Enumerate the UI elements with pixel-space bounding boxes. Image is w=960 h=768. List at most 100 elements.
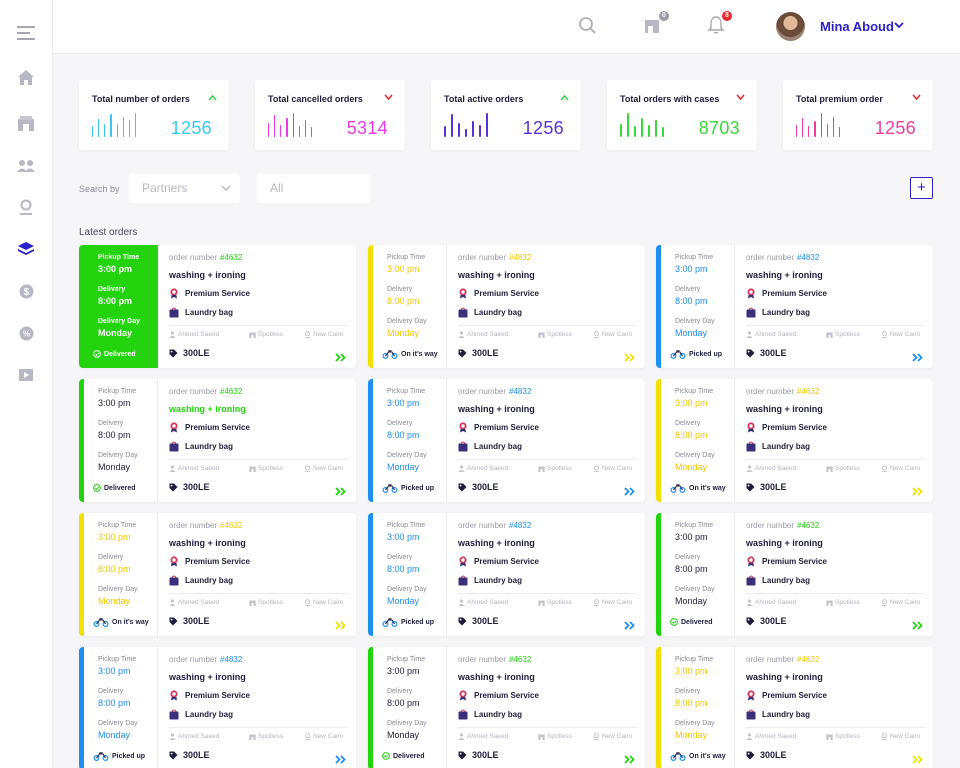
person-icon bbox=[169, 465, 176, 472]
area: New Cairo bbox=[593, 465, 632, 472]
trend-up-icon bbox=[560, 94, 569, 101]
order-card[interactable]: Pickup Time 3:00 pm Delivery 8:00 pm Del… bbox=[79, 379, 356, 502]
order-number: #4632 bbox=[509, 655, 532, 664]
double-chevron-right-icon[interactable] bbox=[912, 617, 924, 635]
location-icon bbox=[881, 599, 888, 606]
order-card[interactable]: Pickup Time 3:00 pm Delivery 8:00 pm Del… bbox=[656, 379, 933, 502]
double-chevron-right-icon[interactable] bbox=[912, 483, 924, 501]
bag-feature: Laundry bag bbox=[458, 441, 522, 452]
price: 300LE bbox=[458, 482, 499, 492]
order-card[interactable]: Pickup Time 3:00 pm Delivery 8:00 pm Del… bbox=[368, 379, 645, 502]
folder-icon[interactable] bbox=[15, 364, 37, 386]
store: Spotless bbox=[538, 733, 572, 740]
store-icon bbox=[249, 331, 256, 338]
double-chevron-right-icon[interactable] bbox=[624, 349, 636, 367]
price-value: 300LE bbox=[472, 750, 499, 760]
status-text: On it's way bbox=[401, 351, 438, 358]
double-chevron-right-icon[interactable] bbox=[624, 751, 636, 768]
order-card[interactable]: Pickup Time 3:00 pm Delivery 8:00 pm Del… bbox=[368, 245, 645, 368]
order-card[interactable]: Pickup Time 3:00 pm Delivery 8:00 pm Del… bbox=[368, 513, 645, 636]
check-circle-icon bbox=[382, 752, 390, 760]
delivery-day: Monday bbox=[675, 328, 708, 338]
layers-icon[interactable] bbox=[15, 238, 37, 260]
order-number-label: order number bbox=[746, 521, 795, 530]
double-chevron-right-icon[interactable] bbox=[912, 349, 924, 367]
add-button[interactable]: + bbox=[910, 177, 933, 199]
partners-select[interactable]: Partners bbox=[129, 174, 240, 203]
motorbike-icon bbox=[93, 618, 109, 627]
status-text: On it's way bbox=[112, 619, 149, 626]
store: Spotless bbox=[826, 331, 860, 338]
divider bbox=[169, 727, 348, 728]
order-card[interactable]: Pickup Time 3:00 pm Delivery 8:00 pm Del… bbox=[79, 513, 356, 636]
all-select[interactable]: All bbox=[257, 174, 370, 203]
premium-feature: Premium Service bbox=[746, 288, 827, 299]
pickup-time: 3:00 pm bbox=[98, 264, 133, 274]
delivery-day-label: Delivery Day bbox=[675, 318, 715, 325]
stat-bar bbox=[820, 113, 822, 137]
status-stripe bbox=[656, 647, 661, 768]
double-chevron-right-icon[interactable] bbox=[912, 751, 924, 768]
store-icon[interactable]: 0 bbox=[644, 11, 669, 38]
order-card[interactable]: Pickup Time 3:00 pm Delivery 8:00 pm Del… bbox=[656, 647, 933, 768]
double-chevron-right-icon[interactable] bbox=[335, 751, 347, 768]
stat-bar bbox=[655, 120, 657, 137]
price-value: 300LE bbox=[183, 482, 210, 492]
order-status: On it's way bbox=[670, 484, 726, 493]
bag-label: Laundry bag bbox=[762, 308, 811, 317]
price-value: 300LE bbox=[760, 750, 787, 760]
users-icon[interactable] bbox=[15, 154, 37, 176]
chevron-down-icon[interactable] bbox=[894, 22, 904, 29]
order-details: order number #4832 washing + ironing Prem… bbox=[448, 513, 645, 636]
home-icon[interactable] bbox=[15, 66, 37, 88]
order-card[interactable]: Pickup Time 3:00 pm Delivery 8:00 pm Del… bbox=[79, 245, 356, 368]
avatar[interactable] bbox=[776, 12, 805, 41]
medal-icon bbox=[746, 422, 756, 433]
bag-feature: Laundry bag bbox=[746, 441, 810, 452]
double-chevron-right-icon[interactable] bbox=[335, 349, 347, 367]
percent-icon[interactable]: % bbox=[15, 322, 37, 344]
search-icon[interactable] bbox=[578, 16, 600, 38]
all-select-value: All bbox=[270, 181, 284, 195]
area: New Cairo bbox=[593, 733, 632, 740]
order-card[interactable]: Pickup Time 3:00 pm Delivery 8:00 pm Del… bbox=[368, 647, 645, 768]
order-times: Pickup Time 3:00 pm Delivery 8:00 pm Del… bbox=[368, 245, 447, 368]
delivery-day: Monday bbox=[675, 730, 708, 740]
premium-label: Premium Service bbox=[185, 691, 250, 700]
location-icon[interactable] bbox=[15, 196, 37, 218]
customer: Ahmed Saeed bbox=[169, 733, 219, 740]
price-value: 300LE bbox=[472, 482, 499, 492]
order-number-row: order number #4632 bbox=[169, 521, 242, 530]
dollar-icon[interactable]: $ bbox=[15, 280, 37, 302]
store-icon bbox=[826, 465, 833, 472]
double-chevron-right-icon[interactable] bbox=[335, 617, 347, 635]
order-card[interactable]: Pickup Time 3:00 pm Delivery 8:00 pm Del… bbox=[79, 647, 356, 768]
stat-bar bbox=[304, 120, 306, 137]
service-name: washing + ironing bbox=[458, 270, 535, 280]
delivery-day: Monday bbox=[387, 462, 420, 472]
person-icon bbox=[169, 599, 176, 606]
location-icon bbox=[304, 599, 311, 606]
person-icon bbox=[169, 331, 176, 338]
double-chevron-right-icon[interactable] bbox=[624, 617, 636, 635]
user-name[interactable]: Mina Aboud bbox=[820, 19, 894, 34]
order-card[interactable]: Pickup Time 3:00 pm Delivery 8:00 pm Del… bbox=[656, 513, 933, 636]
store-icon[interactable] bbox=[15, 112, 37, 134]
order-times: Pickup Time 3:00 pm Delivery 8:00 pm Del… bbox=[79, 379, 158, 502]
premium-label: Premium Service bbox=[185, 423, 250, 432]
person-icon bbox=[746, 599, 753, 606]
service-name: washing + ironing bbox=[169, 404, 246, 414]
order-number-row: order number #4832 bbox=[458, 521, 531, 530]
double-chevron-right-icon[interactable] bbox=[624, 483, 636, 501]
premium-label: Premium Service bbox=[762, 289, 827, 298]
customer-name: Ahmed Saeed bbox=[178, 465, 220, 472]
customer-name: Ahmed Saeed bbox=[178, 599, 220, 606]
order-card[interactable]: Pickup Time 3:00 pm Delivery 8:00 pm Del… bbox=[656, 245, 933, 368]
bell-icon[interactable]: 8 bbox=[707, 11, 732, 38]
order-times: Pickup Time 3:00 pm Delivery 8:00 pm Del… bbox=[656, 379, 735, 502]
menu-icon[interactable] bbox=[15, 22, 37, 44]
store-icon bbox=[826, 599, 833, 606]
double-chevron-right-icon[interactable] bbox=[335, 483, 347, 501]
status-text: Picked up bbox=[112, 753, 146, 760]
order-times: Pickup Time 3:00 pm Delivery 8:00 pm Del… bbox=[79, 647, 158, 768]
